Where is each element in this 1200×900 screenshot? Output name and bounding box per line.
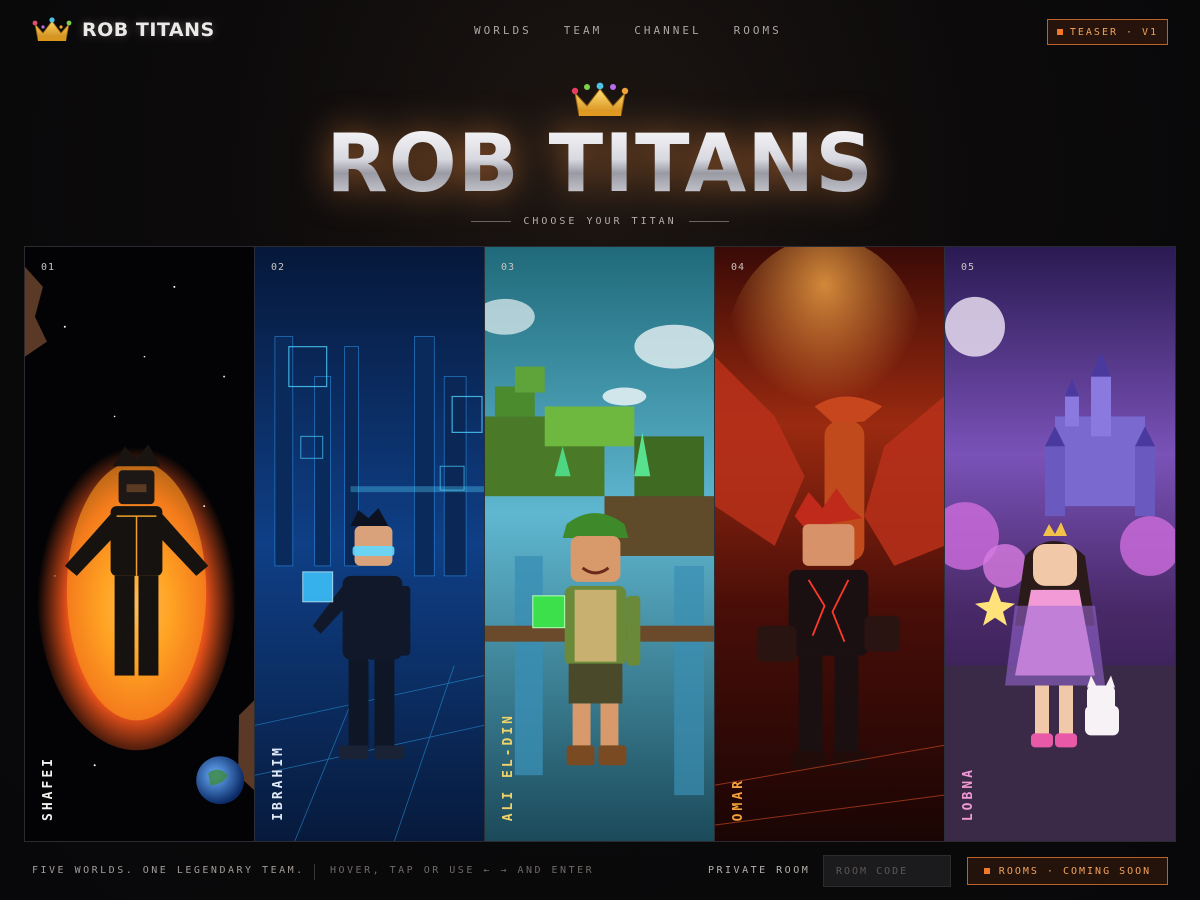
tagline: FIVE WORLDS. ONE LEGENDARY TEAM. <box>32 865 305 876</box>
room-code-input[interactable] <box>823 855 951 887</box>
volcano-scene-illustration <box>715 247 944 841</box>
cyber-city-scene-illustration <box>255 247 484 841</box>
footer-bar: FIVE WORLDS. ONE LEGENDARY TEAM. HOVER, … <box>0 852 1200 892</box>
panel-number: 01 <box>41 262 56 273</box>
panel-name: LOBNA <box>961 766 976 821</box>
main-nav: WORLDS TEAM CHANNEL ROOMS <box>474 24 782 37</box>
panel-number: 03 <box>501 262 516 273</box>
panel-name: IBRAHIM <box>271 745 286 821</box>
panel-name: SHAFEI <box>41 756 56 821</box>
keyboard-hint: HOVER, TAP OR USE ← → AND ENTER <box>330 865 595 876</box>
panel-number: 04 <box>731 262 746 273</box>
space-scene-illustration <box>25 247 254 841</box>
panel-name: OMAR <box>731 777 746 821</box>
panel-name: ALI EL-DIN <box>501 712 516 821</box>
teaser-label: TEASER · V1 <box>1069 26 1159 38</box>
titan-card-ali-el-din[interactable]: 03 ALI EL-DIN <box>485 247 715 841</box>
top-bar: ROB TITANS WORLDS TEAM CHANNEL ROOMS TEA… <box>0 0 1200 62</box>
hero-title: ROB TITANS <box>0 118 1200 210</box>
panel-number: 02 <box>271 262 286 273</box>
titan-card-ibrahim[interactable]: 02 IBRAHIM <box>255 247 485 841</box>
brand[interactable]: ROB TITANS <box>32 16 215 44</box>
nav-channel[interactable]: CHANNEL <box>634 24 701 37</box>
square-icon <box>1056 29 1063 35</box>
footer-divider <box>314 864 315 880</box>
nav-worlds[interactable]: WORLDS <box>474 24 532 37</box>
brand-name: ROB TITANS <box>82 19 215 41</box>
titan-card-shafei[interactable]: 01 SHAFEI <box>25 247 255 841</box>
nav-rooms[interactable]: ROOMS <box>734 24 782 37</box>
titan-card-omar[interactable]: 04 OMAR <box>715 247 945 841</box>
hero-subtitle: CHOOSE YOUR TITAN <box>523 216 677 227</box>
subtitle-row: CHOOSE YOUR TITAN <box>0 216 1200 227</box>
private-room-label: PRIVATE ROOM <box>708 865 811 876</box>
divider-line <box>688 221 729 222</box>
island-scene-illustration <box>485 247 714 841</box>
square-icon <box>983 868 990 874</box>
castle-scene-illustration <box>945 247 1175 841</box>
teaser-badge: TEASER · V1 <box>1047 19 1168 45</box>
titan-card-lobna[interactable]: 05 LOBNA <box>945 247 1175 841</box>
crown-icon <box>571 82 629 116</box>
panel-number: 05 <box>961 262 976 273</box>
divider-line <box>471 221 512 222</box>
rooms-button-label: ROOMS · COMING SOON <box>998 865 1152 877</box>
rooms-coming-soon-button[interactable]: ROOMS · COMING SOON <box>967 857 1168 885</box>
nav-team[interactable]: TEAM <box>564 24 603 37</box>
crown-icon <box>32 17 72 41</box>
titan-panels: 01 SHAFEI 02 IBRAHIM 03 ALI EL-DIN 04 OM… <box>24 246 1176 842</box>
